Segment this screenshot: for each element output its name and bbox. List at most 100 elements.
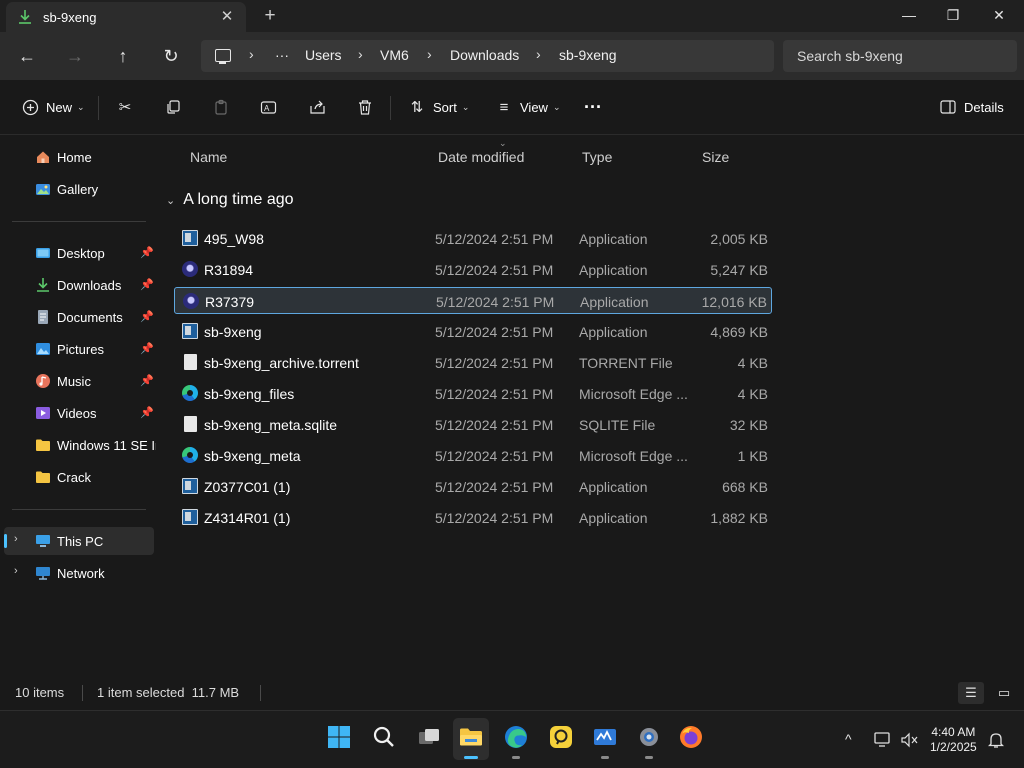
file-row[interactable]: sb-9xeng_files 5/12/2024 2:51 PM Microsoft… xyxy=(174,380,772,407)
taskbar-search-button[interactable] xyxy=(366,718,402,760)
refresh-button[interactable]: ↻ xyxy=(157,43,185,69)
file-type: Application xyxy=(580,294,649,310)
view-list-icon: ≡ xyxy=(499,98,509,116)
file-row[interactable]: Z4314R01 (1) 5/12/2024 2:51 PM Application… xyxy=(174,504,772,531)
home-icon xyxy=(37,151,49,163)
minimize-button[interactable]: — xyxy=(886,0,932,32)
file-size: 4,869 KB xyxy=(710,324,768,340)
forward-button[interactable]: → xyxy=(61,43,89,69)
tab-sb-9xeng[interactable]: sb-9xeng ✕ xyxy=(6,2,246,32)
new-tab-button[interactable]: + xyxy=(260,5,280,27)
breadcrumb-separator[interactable]: › xyxy=(358,46,363,62)
pin-icon[interactable]: 📌 xyxy=(140,310,154,323)
sidebar-item-pictures[interactable]: Pictures 📌 xyxy=(4,335,154,363)
column-header-date-modified[interactable]: Date modified xyxy=(438,149,524,165)
sidebar-item-music[interactable]: Music 📌 xyxy=(4,367,154,395)
sidebar-item-desktop[interactable]: Desktop 📌 xyxy=(4,239,154,267)
sidebar-item-this-pc[interactable]: › This PC xyxy=(4,527,154,555)
file-row[interactable]: sb-9xeng_meta.sqlite 5/12/2024 2:51 PM SQL… xyxy=(174,411,772,438)
running-indicator xyxy=(601,756,609,759)
collapse-chevron-icon[interactable]: ⌄ xyxy=(166,195,175,207)
sidebar-item-documents[interactable]: Documents 📌 xyxy=(4,303,154,331)
close-tab-button[interactable]: ✕ xyxy=(218,8,236,26)
pin-icon[interactable]: 📌 xyxy=(140,342,154,355)
breadcrumb-downloads[interactable]: Downloads xyxy=(450,47,519,63)
address-bar[interactable]: › ··· Users › VM6 › Downloads › sb-9xeng xyxy=(201,40,774,72)
breadcrumb-separator[interactable]: › xyxy=(536,46,541,62)
details-view-button[interactable]: ☰ xyxy=(958,682,984,704)
pin-icon[interactable]: 📌 xyxy=(140,278,154,291)
folder-icon xyxy=(36,439,50,451)
breadcrumb-users[interactable]: Users xyxy=(305,47,342,63)
column-header-size[interactable]: Size xyxy=(702,149,729,165)
taskbar-app-yellow[interactable] xyxy=(543,718,579,760)
start-button[interactable] xyxy=(321,718,357,760)
search-icon xyxy=(373,726,394,747)
delete-button[interactable] xyxy=(355,94,375,120)
pin-icon[interactable]: 📌 xyxy=(140,406,154,419)
system-clock[interactable]: 4:40 AM 1/2/2025 xyxy=(930,725,977,755)
breadcrumb-sb-9xeng[interactable]: sb-9xeng xyxy=(559,47,617,63)
paste-button[interactable] xyxy=(211,94,231,120)
group-label: A long time ago xyxy=(183,191,294,208)
file-row[interactable]: 495_W98 5/12/2024 2:51 PM Application 2,005… xyxy=(174,225,772,252)
taskbar-firefox[interactable] xyxy=(673,718,709,760)
file-row[interactable]: sb-9xeng_meta 5/12/2024 2:51 PM Microsoft … xyxy=(174,442,772,469)
tiles-view-button[interactable]: ▭ xyxy=(991,682,1017,704)
sidebar-item-videos[interactable]: Videos 📌 xyxy=(4,399,154,427)
more-options-button[interactable]: ··· xyxy=(584,94,602,120)
copy-button[interactable] xyxy=(163,94,183,120)
sidebar-item-gallery[interactable]: Gallery xyxy=(4,175,154,203)
divider xyxy=(98,96,99,120)
display-icon[interactable] xyxy=(874,732,892,748)
file-row[interactable]: Z0377C01 (1) 5/12/2024 2:51 PM Application… xyxy=(174,473,772,500)
breadcrumb-separator[interactable]: › xyxy=(427,46,432,62)
videos-icon xyxy=(36,407,50,419)
view-button[interactable]: ≡ View ⌄ xyxy=(494,94,561,120)
file-row[interactable]: sb-9xeng 5/12/2024 2:51 PM Application 4,86… xyxy=(174,318,772,345)
taskbar-app-monitor[interactable] xyxy=(587,718,623,760)
expand-chevron-icon[interactable]: › xyxy=(14,565,18,577)
details-pane-button[interactable]: Details xyxy=(938,94,1004,120)
breadcrumb-overflow[interactable]: ··· xyxy=(275,47,289,63)
sidebar-item-downloads[interactable]: Downloads 📌 xyxy=(4,271,154,299)
taskbar-file-explorer[interactable] xyxy=(453,718,489,760)
file-name: sb-9xeng xyxy=(204,324,262,340)
new-button[interactable]: New ⌄ xyxy=(20,94,85,120)
breadcrumb-separator[interactable]: › xyxy=(249,46,254,62)
show-hidden-icons-button[interactable]: ^ xyxy=(845,731,852,747)
pin-icon[interactable]: 📌 xyxy=(140,374,154,387)
sidebar-item-windows-11-se[interactable]: Windows 11 SE Ins xyxy=(4,431,157,459)
search-box[interactable]: Search sb-9xeng xyxy=(783,40,1017,72)
breadcrumb-vm6[interactable]: VM6 xyxy=(380,47,409,63)
back-button[interactable]: ← xyxy=(13,43,41,69)
taskbar-settings[interactable] xyxy=(631,718,667,760)
file-row[interactable]: sb-9xeng_archive.torrent 5/12/2024 2:51 P… xyxy=(174,349,772,376)
file-type: Microsoft Edge ... xyxy=(579,386,688,402)
expand-chevron-icon[interactable]: › xyxy=(14,533,18,545)
share-button[interactable] xyxy=(307,94,327,120)
rename-button[interactable]: A xyxy=(258,94,278,120)
file-type: Application xyxy=(579,262,648,278)
task-view-button[interactable] xyxy=(411,718,447,760)
close-window-button[interactable]: ✕ xyxy=(976,0,1022,32)
sort-button[interactable]: ⇅ Sort ⌄ xyxy=(407,94,470,120)
column-header-type[interactable]: Type xyxy=(582,149,612,165)
sidebar-item-crack[interactable]: Crack xyxy=(4,463,154,491)
search-placeholder[interactable]: Search sb-9xeng xyxy=(797,48,903,64)
taskbar-edge[interactable] xyxy=(498,718,534,760)
pin-icon[interactable]: 📌 xyxy=(140,246,154,259)
group-header[interactable]: ⌄ A long time ago xyxy=(166,191,294,209)
volume-muted-icon[interactable] xyxy=(900,732,918,748)
notification-bell-icon[interactable] xyxy=(988,731,1004,749)
folder-icon xyxy=(36,471,50,483)
up-button[interactable]: ↑ xyxy=(109,43,137,69)
cut-button[interactable]: ✂ xyxy=(115,94,135,120)
this-pc-icon[interactable] xyxy=(215,49,231,64)
file-row[interactable]: R37379 5/12/2024 2:51 PM Application 12,016… xyxy=(174,287,772,314)
maximize-button[interactable]: ❐ xyxy=(930,0,976,32)
sidebar-item-network[interactable]: › Network xyxy=(4,559,154,587)
sidebar-item-home[interactable]: Home xyxy=(4,143,154,171)
file-row[interactable]: R31894 5/12/2024 2:51 PM Application 5,247 … xyxy=(174,256,772,283)
column-header-name[interactable]: Name xyxy=(190,149,227,165)
